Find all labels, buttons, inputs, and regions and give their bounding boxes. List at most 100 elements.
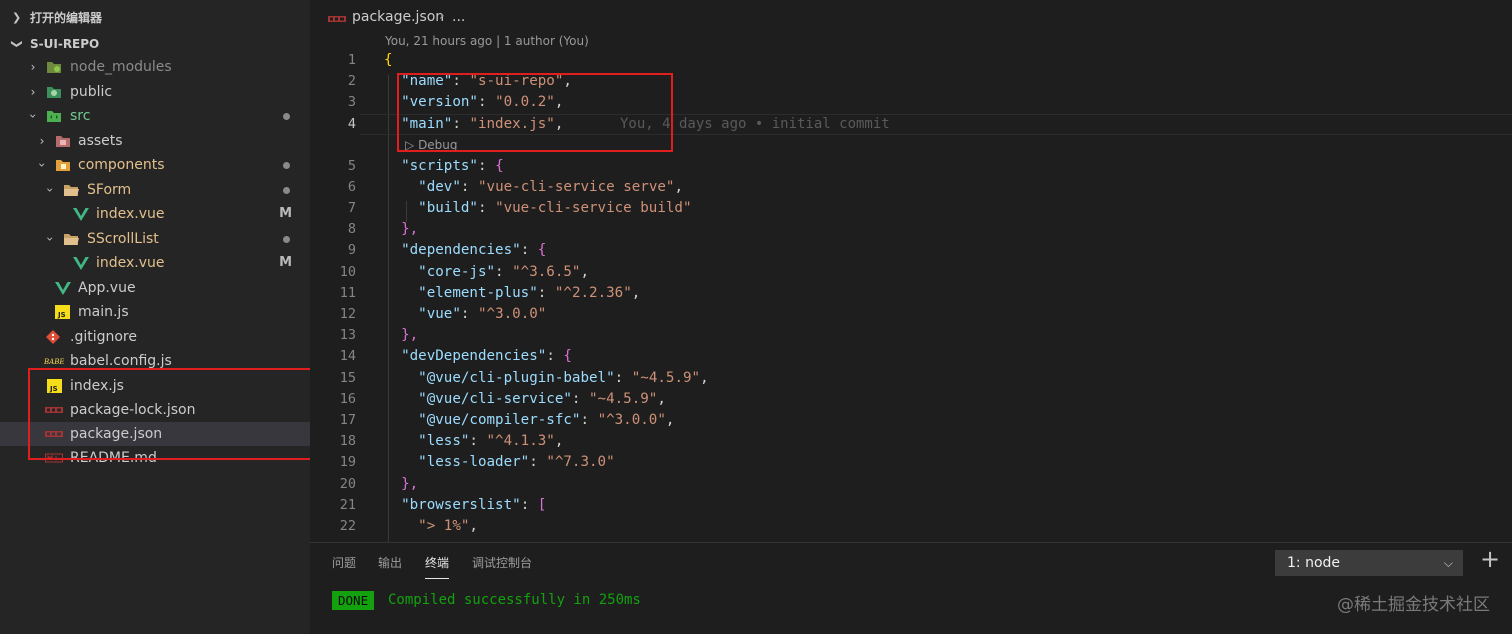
chevron-down-icon: › <box>43 187 57 193</box>
tree-item-sscrolllist[interactable]: › SScrollList <box>0 227 310 251</box>
tab-problems[interactable]: 问题 <box>332 554 356 571</box>
js-file-icon: JS <box>55 305 70 319</box>
tree-item-label: SForm <box>87 182 132 198</box>
code-line: "vue": "^3.0.0" <box>418 306 547 322</box>
line-number: 16 <box>339 391 356 407</box>
folder-assets-icon <box>56 136 70 147</box>
line-number: 21 <box>339 497 356 513</box>
compile-message: Compiled successfully in 250ms <box>388 592 641 608</box>
line-number: 15 <box>339 370 356 386</box>
tree-item-label: index.vue <box>96 206 165 222</box>
code-line: }, <box>401 476 419 492</box>
highlight-box-files <box>28 368 318 460</box>
code-line: "build": "vue-cli-service build" <box>418 200 692 216</box>
code-line: "@vue/cli-service": "~4.5.9", <box>418 391 666 407</box>
folder-src-icon <box>47 111 61 122</box>
chevron-right-icon: › <box>30 60 36 74</box>
tab-output[interactable]: 输出 <box>378 554 402 571</box>
line-number: 10 <box>339 264 356 280</box>
code-line: }, <box>401 221 419 237</box>
chevron-down-icon: ⌵ <box>1443 556 1453 570</box>
chevron-down-icon: › <box>26 113 40 119</box>
code-editor[interactable]: package.json › ... You, 21 hours ago | 1… <box>310 0 1512 542</box>
code-line: "devDependencies": { <box>401 348 572 364</box>
code-line: "dependencies": { <box>401 242 547 258</box>
line-number: 12 <box>339 306 356 322</box>
chevron-right-icon: › <box>439 8 445 24</box>
tree-item-label: assets <box>78 133 123 149</box>
folder-components-icon <box>56 160 70 171</box>
code-line: "core-js": "^3.6.5", <box>418 264 590 280</box>
tree-item-label: main.js <box>78 304 129 320</box>
bottom-panel: 问题 输出 终端 调试控制台 1: node ⌵ + DONE Compiled… <box>310 542 1512 634</box>
chevron-right-icon: › <box>39 134 45 148</box>
modified-dot <box>283 236 290 243</box>
line-number: 2 <box>347 73 356 89</box>
folder-public-icon <box>47 87 61 98</box>
tree-item-public[interactable]: › public <box>0 80 310 104</box>
line-number: 9 <box>347 242 356 258</box>
code-line: "@vue/cli-plugin-babel": "~4.5.9", <box>418 370 709 386</box>
line-number: 17 <box>339 412 356 428</box>
line-number: 14 <box>339 348 356 364</box>
npm-icon <box>328 16 346 22</box>
project-header[interactable]: ❯ S-UI-REPO <box>0 33 310 55</box>
line-number: 4 <box>347 116 356 132</box>
code-line: "> 1%", <box>418 518 478 534</box>
git-icon <box>46 330 60 344</box>
tree-item-src[interactable]: › src <box>0 104 310 128</box>
tree-item-gitignore[interactable]: .gitignore <box>0 325 310 349</box>
tree-item-main-js[interactable]: JS main.js <box>0 300 310 324</box>
explorer-sidebar: ❯ 打开的编辑器 ❯ S-UI-REPO › node_modules › pu… <box>0 0 318 634</box>
svg-text:BABEL: BABEL <box>44 358 64 366</box>
vue-file-icon <box>73 257 89 270</box>
line-number: 13 <box>339 327 356 343</box>
terminal-select[interactable]: 1: node ⌵ <box>1275 550 1463 576</box>
code-line: "less-loader": "^7.3.0" <box>418 454 615 470</box>
line-number: 20 <box>339 476 356 492</box>
codelens-author[interactable]: You, 21 hours ago | 1 author (You) <box>385 34 589 48</box>
code-line: "dev": "vue-cli-service serve", <box>418 179 683 195</box>
line-number: 22 <box>339 518 356 534</box>
folder-open-icon <box>64 234 79 245</box>
svg-text:JS: JS <box>57 311 66 319</box>
tree-item-label: components <box>78 157 165 173</box>
tree-item-label: public <box>70 84 113 100</box>
folder-open-icon <box>64 185 79 196</box>
tree-item-sform[interactable]: › SForm <box>0 178 310 202</box>
code-line: "element-plus": "^2.2.36", <box>418 285 641 301</box>
tab-terminal[interactable]: 终端 <box>425 554 450 579</box>
line-number: 1 <box>347 52 356 68</box>
modified-dot <box>283 187 290 194</box>
code-line: "scripts": { <box>401 158 504 174</box>
line-number: 19 <box>339 454 356 470</box>
vue-file-icon <box>55 282 71 295</box>
tree-item-app-vue[interactable]: App.vue <box>0 276 310 300</box>
line-number: 6 <box>347 179 356 195</box>
tree-item-label: src <box>70 108 91 124</box>
new-terminal-plus-icon[interactable]: + <box>1480 545 1500 573</box>
line-number: 5 <box>347 158 356 174</box>
tree-item-node-modules[interactable]: › node_modules <box>0 55 310 79</box>
tree-item-components[interactable]: › components <box>0 153 310 177</box>
tree-item-sscrolllist-index-vue[interactable]: index.vue M <box>0 251 310 275</box>
tab-debug-console[interactable]: 调试控制台 <box>472 554 532 571</box>
tree-item-label: .gitignore <box>70 329 137 345</box>
modified-dot <box>283 113 290 120</box>
tree-item-assets[interactable]: › assets <box>0 129 310 153</box>
vue-file-icon <box>73 208 89 221</box>
chevron-down-icon: › <box>35 162 49 168</box>
code-line: "@vue/compiler-sfc": "^3.0.0", <box>418 412 675 428</box>
folder-node-icon <box>47 62 61 73</box>
done-badge: DONE <box>332 591 375 610</box>
breadcrumb-more[interactable]: ... <box>452 9 465 25</box>
code-line: { <box>384 52 393 68</box>
tree-item-sform-index-vue[interactable]: index.vue M <box>0 202 310 226</box>
breadcrumb-file[interactable]: package.json <box>352 9 444 25</box>
modified-badge: M <box>279 255 292 270</box>
line-number: 8 <box>347 221 356 237</box>
tree-item-label: App.vue <box>78 280 136 296</box>
code-line: "less": "^4.1.3", <box>418 433 564 449</box>
highlight-box-code <box>397 73 673 152</box>
open-editors-header[interactable]: ❯ 打开的编辑器 <box>0 7 310 29</box>
